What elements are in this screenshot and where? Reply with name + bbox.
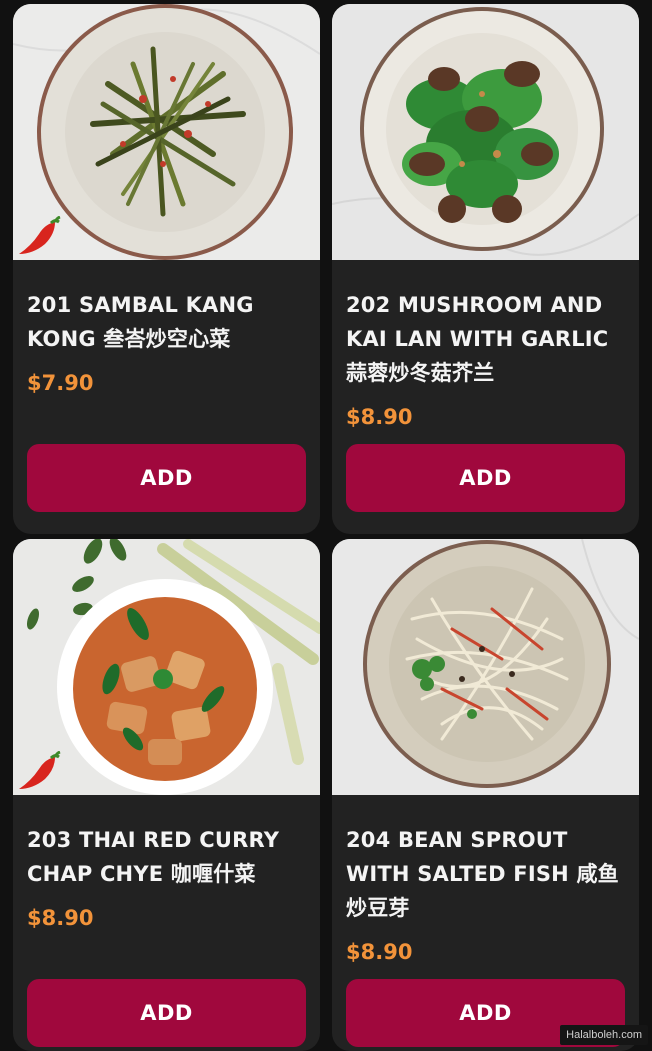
dish-photo[interactable] bbox=[13, 4, 320, 260]
add-to-cart-button[interactable]: ADD bbox=[27, 979, 306, 1047]
add-to-cart-button[interactable]: ADD bbox=[27, 444, 306, 512]
menu-item-card[interactable]: 204 BEAN SPROUT WITH SALTED FISH 咸鱼炒豆芽 $… bbox=[332, 539, 639, 1051]
dish-title: 202 MUSHROOM AND KAI LAN WITH GARLIC 蒜蓉炒… bbox=[346, 293, 609, 385]
dish-price: $7.90 bbox=[27, 371, 94, 395]
menu-item-card[interactable]: 202 MUSHROOM AND KAI LAN WITH GARLIC 蒜蓉炒… bbox=[332, 4, 639, 534]
dish-photo[interactable] bbox=[332, 4, 639, 260]
dish-price: $8.90 bbox=[346, 405, 413, 429]
dish-title: 204 BEAN SPROUT WITH SALTED FISH 咸鱼炒豆芽 bbox=[346, 828, 619, 920]
add-to-cart-button[interactable]: ADD bbox=[346, 444, 625, 512]
spicy-chili-icon bbox=[19, 751, 61, 789]
dish-photo[interactable] bbox=[332, 539, 639, 795]
spicy-chili-icon bbox=[19, 216, 61, 254]
menu-item-card[interactable]: 203 THAI RED CURRY CHAP CHYE 咖喱什菜 $8.90 … bbox=[13, 539, 320, 1051]
dish-price: $8.90 bbox=[346, 940, 413, 964]
dish-title: 203 THAI RED CURRY CHAP CHYE 咖喱什菜 bbox=[27, 828, 280, 886]
watermark: Halalboleh.com bbox=[560, 1025, 648, 1045]
dish-price: $8.90 bbox=[27, 906, 94, 930]
dish-title: 201 SAMBAL KANG KONG 叁峇炒空心菜 bbox=[27, 293, 254, 351]
menu-grid: 201 SAMBAL KANG KONG 叁峇炒空心菜 $7.90 ADD 20… bbox=[0, 0, 652, 1051]
dish-photo[interactable] bbox=[13, 539, 320, 795]
menu-item-card[interactable]: 201 SAMBAL KANG KONG 叁峇炒空心菜 $7.90 ADD bbox=[13, 4, 320, 534]
